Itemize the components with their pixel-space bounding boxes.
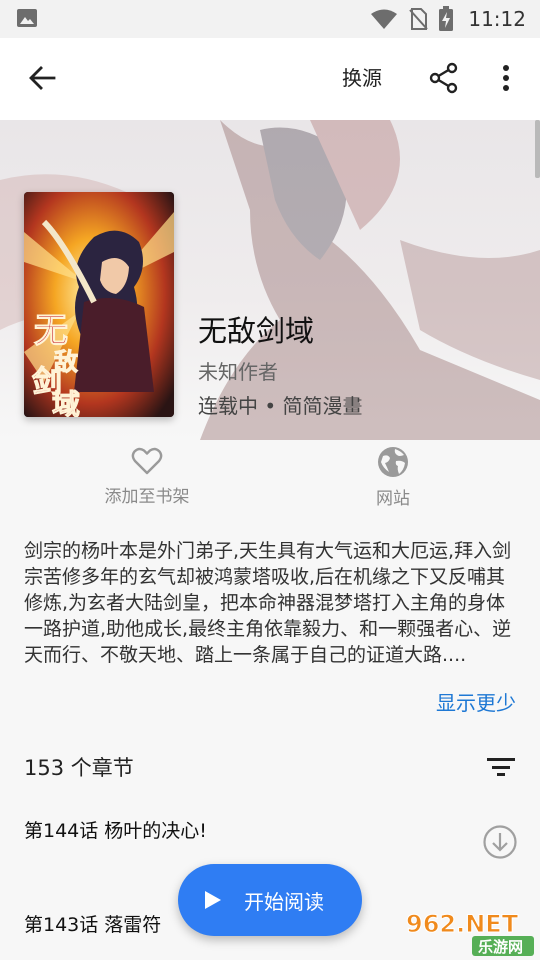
download-circle-icon[interactable] bbox=[482, 824, 518, 860]
add-to-shelf-button[interactable]: 添加至书架 bbox=[77, 446, 217, 507]
book-author[interactable]: 未知作者 bbox=[198, 356, 278, 385]
chapter-item[interactable]: 第143话 落雷符 bbox=[24, 910, 161, 937]
sort-chapters-button[interactable] bbox=[484, 752, 518, 782]
back-button[interactable] bbox=[22, 58, 62, 98]
watermark-text-top: 962.NET bbox=[406, 910, 519, 938]
svg-text:无: 无 bbox=[34, 311, 68, 351]
book-title: 无敌剑域 bbox=[198, 314, 315, 348]
change-source-button[interactable]: 换源 bbox=[342, 62, 382, 94]
gallery-icon bbox=[17, 9, 37, 27]
website-label: 网站 bbox=[376, 489, 410, 509]
status-bar: 11:12 bbox=[0, 0, 540, 38]
globe-icon bbox=[378, 447, 408, 477]
book-summary: 剑宗的杨叶本是外门弟子,天生具有大气运和大厄运,拜入剑宗苦修多年的玄气却被鸿蒙塔… bbox=[24, 540, 512, 666]
svg-text:域: 域 bbox=[52, 388, 80, 417]
add-to-shelf-label: 添加至书架 bbox=[104, 487, 190, 507]
website-button[interactable]: 网站 bbox=[323, 446, 463, 509]
wifi-icon bbox=[371, 9, 398, 29]
back-arrow-icon bbox=[29, 66, 56, 90]
no-sim-icon bbox=[409, 8, 429, 30]
start-reading-button[interactable]: 开始阅读 bbox=[178, 864, 362, 936]
play-icon bbox=[205, 891, 221, 909]
chapter-count: 153 个章节 bbox=[24, 756, 134, 780]
share-icon bbox=[429, 62, 458, 94]
cover-art: 无 敌 剑 域 bbox=[24, 192, 174, 417]
more-options-button[interactable] bbox=[488, 58, 524, 98]
app-bar: 换源 bbox=[0, 38, 540, 120]
watermark-text-bottom: 乐游网 bbox=[478, 938, 523, 956]
show-less-link[interactable]: 显示更少 bbox=[436, 687, 516, 716]
heart-outline-icon bbox=[131, 447, 163, 475]
book-cover-image[interactable]: 无 敌 剑 域 bbox=[24, 192, 174, 417]
chapter-item[interactable]: 第144话 杨叶的决心! bbox=[24, 816, 207, 843]
sort-icon bbox=[487, 758, 515, 776]
scrollbar-thumb[interactable] bbox=[535, 120, 540, 178]
site-watermark-logo: 962.NET 乐游网 bbox=[406, 910, 534, 956]
book-status-source: 连载中 • 简简漫畫 bbox=[198, 394, 363, 418]
share-button[interactable] bbox=[424, 58, 464, 98]
more-vert-icon bbox=[503, 65, 509, 91]
status-time: 11:12 bbox=[468, 7, 526, 31]
start-reading-label: 开始阅读 bbox=[244, 889, 324, 914]
battery-charging-icon bbox=[439, 6, 454, 31]
